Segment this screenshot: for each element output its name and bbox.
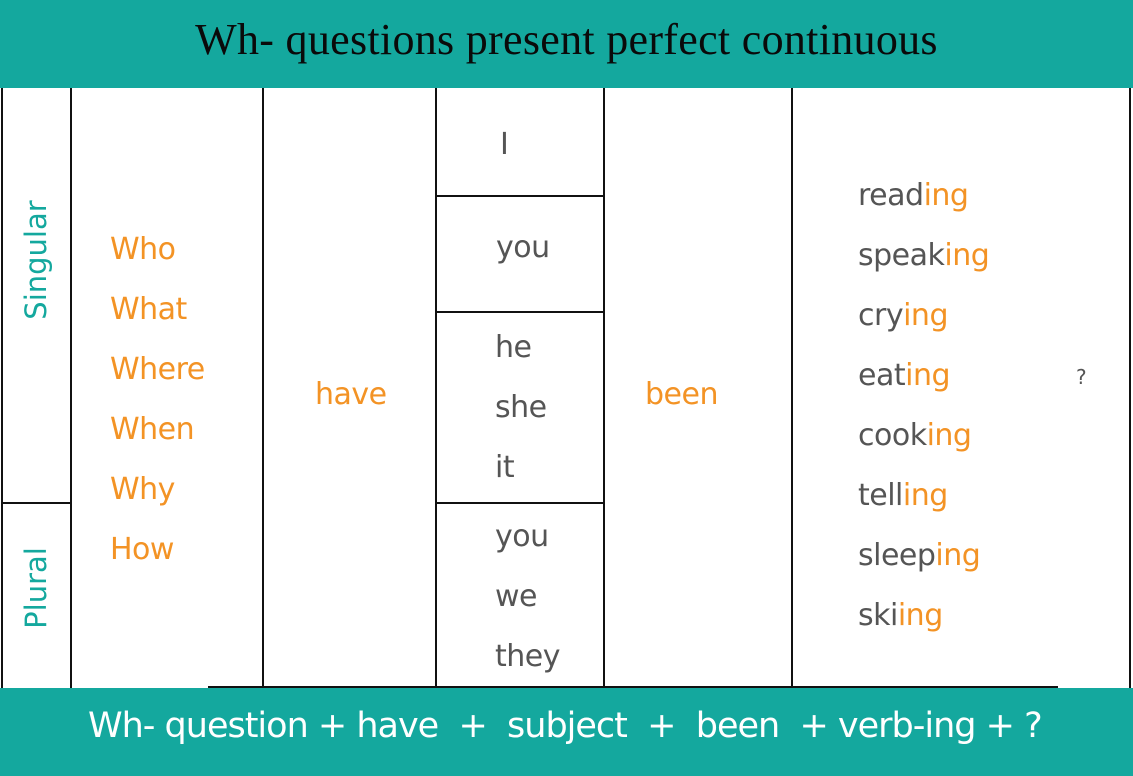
subject: they bbox=[495, 639, 561, 674]
question-mark: ? bbox=[1076, 365, 1087, 389]
table-border-right bbox=[1129, 88, 1131, 688]
verb-stem: eat bbox=[858, 358, 906, 393]
title-banner: Wh- questions present perfect continuous bbox=[0, 0, 1133, 88]
verb-item: eating bbox=[858, 346, 989, 406]
verb-stem: ski bbox=[858, 598, 898, 633]
column-divider-2 bbox=[262, 88, 264, 688]
verb-stem: speak bbox=[858, 238, 945, 273]
column-divider-4 bbox=[603, 88, 605, 688]
verb-suffix: ing bbox=[923, 178, 969, 213]
wh-word: Who bbox=[110, 232, 176, 267]
wh-word: Where bbox=[110, 352, 205, 387]
column-divider-1 bbox=[70, 88, 72, 688]
table-border-left bbox=[1, 88, 3, 688]
subject-i: I bbox=[500, 127, 509, 162]
wh-word: How bbox=[110, 532, 174, 567]
wh-word: What bbox=[110, 292, 187, 327]
verb-suffix: ing bbox=[903, 298, 948, 333]
verb-suffix: ing bbox=[944, 238, 990, 273]
verb-item: speaking bbox=[858, 226, 990, 286]
formula-banner: Wh- question + have + subject + been + v… bbox=[0, 688, 1133, 776]
subject: you bbox=[495, 519, 549, 554]
verb-suffix: ing bbox=[926, 418, 972, 453]
wh-word: Why bbox=[110, 472, 175, 507]
structure-formula: Wh- question + have + subject + been + v… bbox=[88, 706, 1043, 746]
verb-suffix: ing bbox=[902, 478, 948, 513]
plural-label: Plural bbox=[19, 547, 53, 629]
verb-item: skiing bbox=[858, 586, 989, 646]
subject-divider-2 bbox=[435, 311, 605, 313]
verb-suffix: ing bbox=[897, 598, 943, 633]
page-title: Wh- questions present perfect continuous bbox=[195, 15, 938, 64]
wh-word: When bbox=[110, 412, 195, 447]
subject-divider-3 bbox=[435, 502, 605, 504]
subjects-third-person: he she it bbox=[495, 318, 547, 498]
verb-stem: tell bbox=[858, 478, 903, 513]
verb-item: cooking bbox=[858, 406, 989, 466]
verb-stem: sleep bbox=[858, 538, 936, 573]
been-word: been bbox=[645, 377, 718, 412]
auxiliary-have: have bbox=[315, 377, 387, 412]
verb-stem: cook bbox=[858, 418, 927, 453]
verb-item: telling bbox=[858, 466, 989, 526]
verb-suffix: ing bbox=[905, 358, 951, 393]
wh-words-list: Who What Where When Why How bbox=[110, 220, 205, 580]
verb-item: sleeping bbox=[858, 526, 989, 586]
verb-item: reading bbox=[858, 166, 989, 226]
verb-stem: read bbox=[858, 178, 924, 213]
verbs-list: reading speaking crying eating cooking t… bbox=[858, 166, 990, 646]
subject: we bbox=[495, 579, 538, 614]
subject: it bbox=[495, 450, 515, 485]
singular-label: Singular bbox=[19, 200, 53, 320]
subjects-plural: you we they bbox=[495, 507, 561, 687]
row-divider-singular-plural bbox=[1, 502, 71, 504]
subject-divider-1 bbox=[435, 195, 605, 197]
verb-stem: cry bbox=[858, 298, 904, 333]
verb-suffix: ing bbox=[935, 538, 981, 573]
column-divider-3 bbox=[435, 88, 437, 688]
verb-item: crying bbox=[858, 286, 989, 346]
column-divider-5 bbox=[791, 88, 793, 688]
subject: he bbox=[495, 330, 532, 365]
subject-you-singular: you bbox=[496, 230, 550, 265]
subject: she bbox=[495, 390, 547, 425]
